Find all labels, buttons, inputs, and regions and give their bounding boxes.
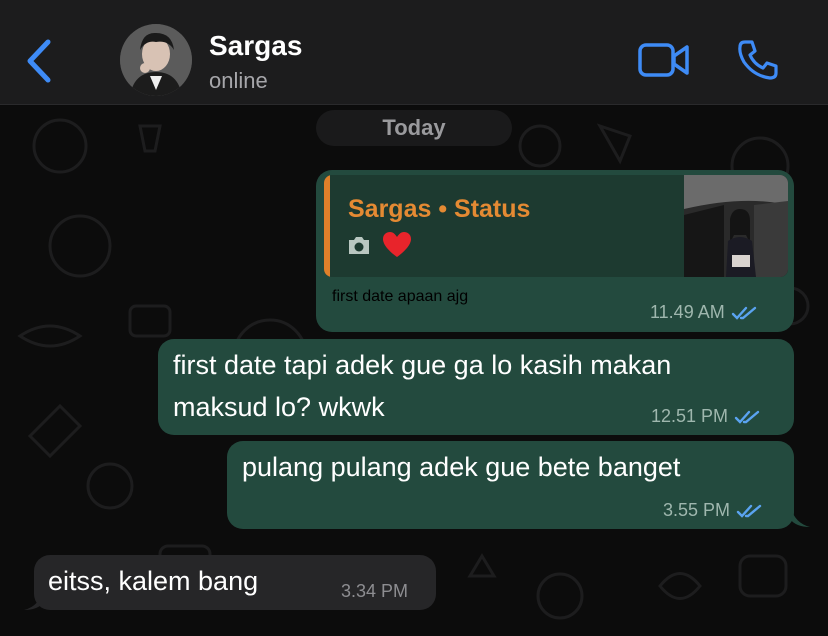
message-meta: 3.55 PM [663,500,764,521]
double-check-icon [731,306,756,320]
bubble-tail [24,588,44,610]
camera-icon [349,237,369,254]
chat-header: Sargas online [0,0,828,105]
message-text: first date apaan ajg [332,288,469,305]
heart-icon [383,232,411,257]
message-text: eitss, kalem bang [48,566,259,596]
date-separator: Today [316,110,512,146]
phone-icon [738,40,778,80]
back-button[interactable] [22,38,58,84]
message-time: 3.55 PM [663,500,731,520]
double-check-icon [736,504,762,518]
message-meta: 11.49 AM [650,302,759,323]
avatar-image [120,24,192,96]
message-meta: 3.34 PM [341,581,408,602]
video-camera-icon [638,43,689,77]
status-thumbnail [684,175,788,277]
message-text-line: maksud lo? wkwk [173,392,385,422]
status-reply-preview[interactable]: Sargas • Status [324,175,788,277]
video-call-button[interactable] [637,40,691,80]
voice-call-button[interactable] [736,38,780,82]
contact-status: online [209,68,268,93]
avatar[interactable] [120,24,192,96]
message-time: 11.49 AM [650,302,725,322]
double-check-icon [734,410,760,424]
reply-accent-bar [324,175,330,277]
reply-title: Sargas • Status [348,195,531,223]
message-meta: 12.51 PM [651,406,762,427]
chevron-left-icon [27,39,51,83]
message-time: 3.34 PM [341,581,409,601]
message-text: pulang pulang adek gue bete banget [242,452,681,482]
message-text-line: first date tapi adek gue ga lo kasih mak… [173,350,672,380]
contact-name[interactable]: Sargas [209,30,302,62]
bubble-tail [790,505,810,527]
message-time: 12.51 PM [651,406,729,426]
reply-icons [346,231,412,259]
